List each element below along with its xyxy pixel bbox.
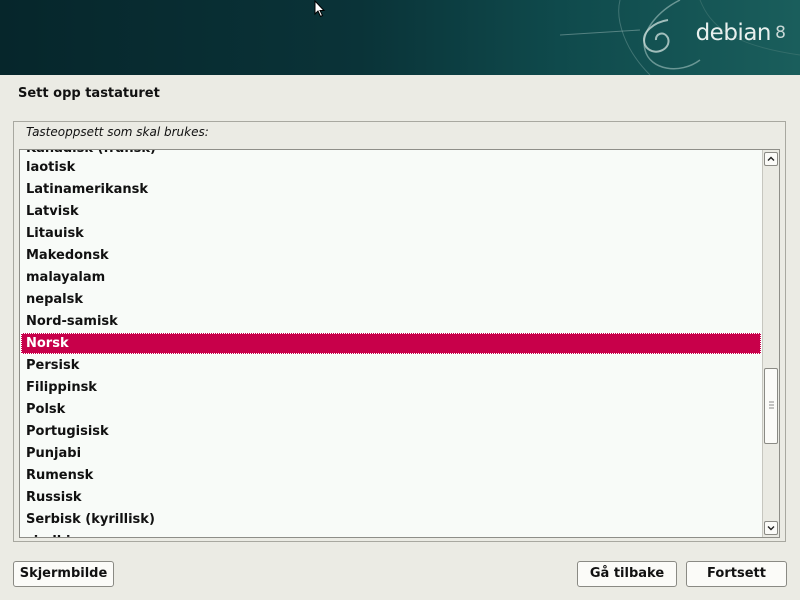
list-item[interactable]: Rumensk [21,465,761,486]
list-item[interactable]: nepalsk [21,289,761,310]
page-title: Sett opp tastaturet [18,86,160,101]
continue-button[interactable]: Fortsett [686,561,787,587]
list-item[interactable]: Serbisk (kyrillisk) [21,509,761,530]
list-item[interactable]: Filippinsk [21,377,761,398]
list-item[interactable]: laotisk [21,157,761,178]
keyboard-layout-legend: Tasteoppsett som skal brukes: [24,125,211,139]
list-item[interactable]: Latvisk [21,201,761,222]
scroll-up-button[interactable] [764,152,778,166]
vertical-scrollbar[interactable] [762,150,779,537]
list-viewport: Kanadisk (fransk) laotisk Latinamerikans… [20,150,762,537]
keyboard-layout-list[interactable]: Kanadisk (fransk) laotisk Latinamerikans… [19,149,780,538]
list-item[interactable]: Punjabi [21,443,761,464]
chevron-up-icon [767,156,775,161]
list-item[interactable]: Persisk [21,355,761,376]
chevron-down-icon [767,526,775,531]
grip-icon [769,401,774,409]
debian-version: 8 [775,23,786,43]
screenshot-button[interactable]: Skjermbilde [13,561,114,587]
list-item[interactable]: Nord-samisk [21,311,761,332]
list-item-selected[interactable]: Norsk [21,333,761,354]
debian-logo-text: debian [695,20,772,46]
list-item[interactable]: Litauisk [21,223,761,244]
list-item[interactable]: Makedonsk [21,245,761,266]
list-item[interactable]: Latinamerikansk [21,179,761,200]
scrollbar-thumb[interactable] [764,368,778,444]
list-item[interactable]: Polsk [21,399,761,420]
header-banner: debian 8 [0,0,800,75]
scroll-down-button[interactable] [764,521,778,535]
go-back-button[interactable]: Gå tilbake [577,561,677,587]
list-item[interactable]: Russisk [21,487,761,508]
debian-swirl-icon [559,0,800,75]
list-item[interactable]: Portugisisk [21,421,761,442]
list-item[interactable]: sindhi [21,531,761,537]
list-item[interactable]: malayalam [21,267,761,288]
mouse-cursor-icon [314,0,326,18]
